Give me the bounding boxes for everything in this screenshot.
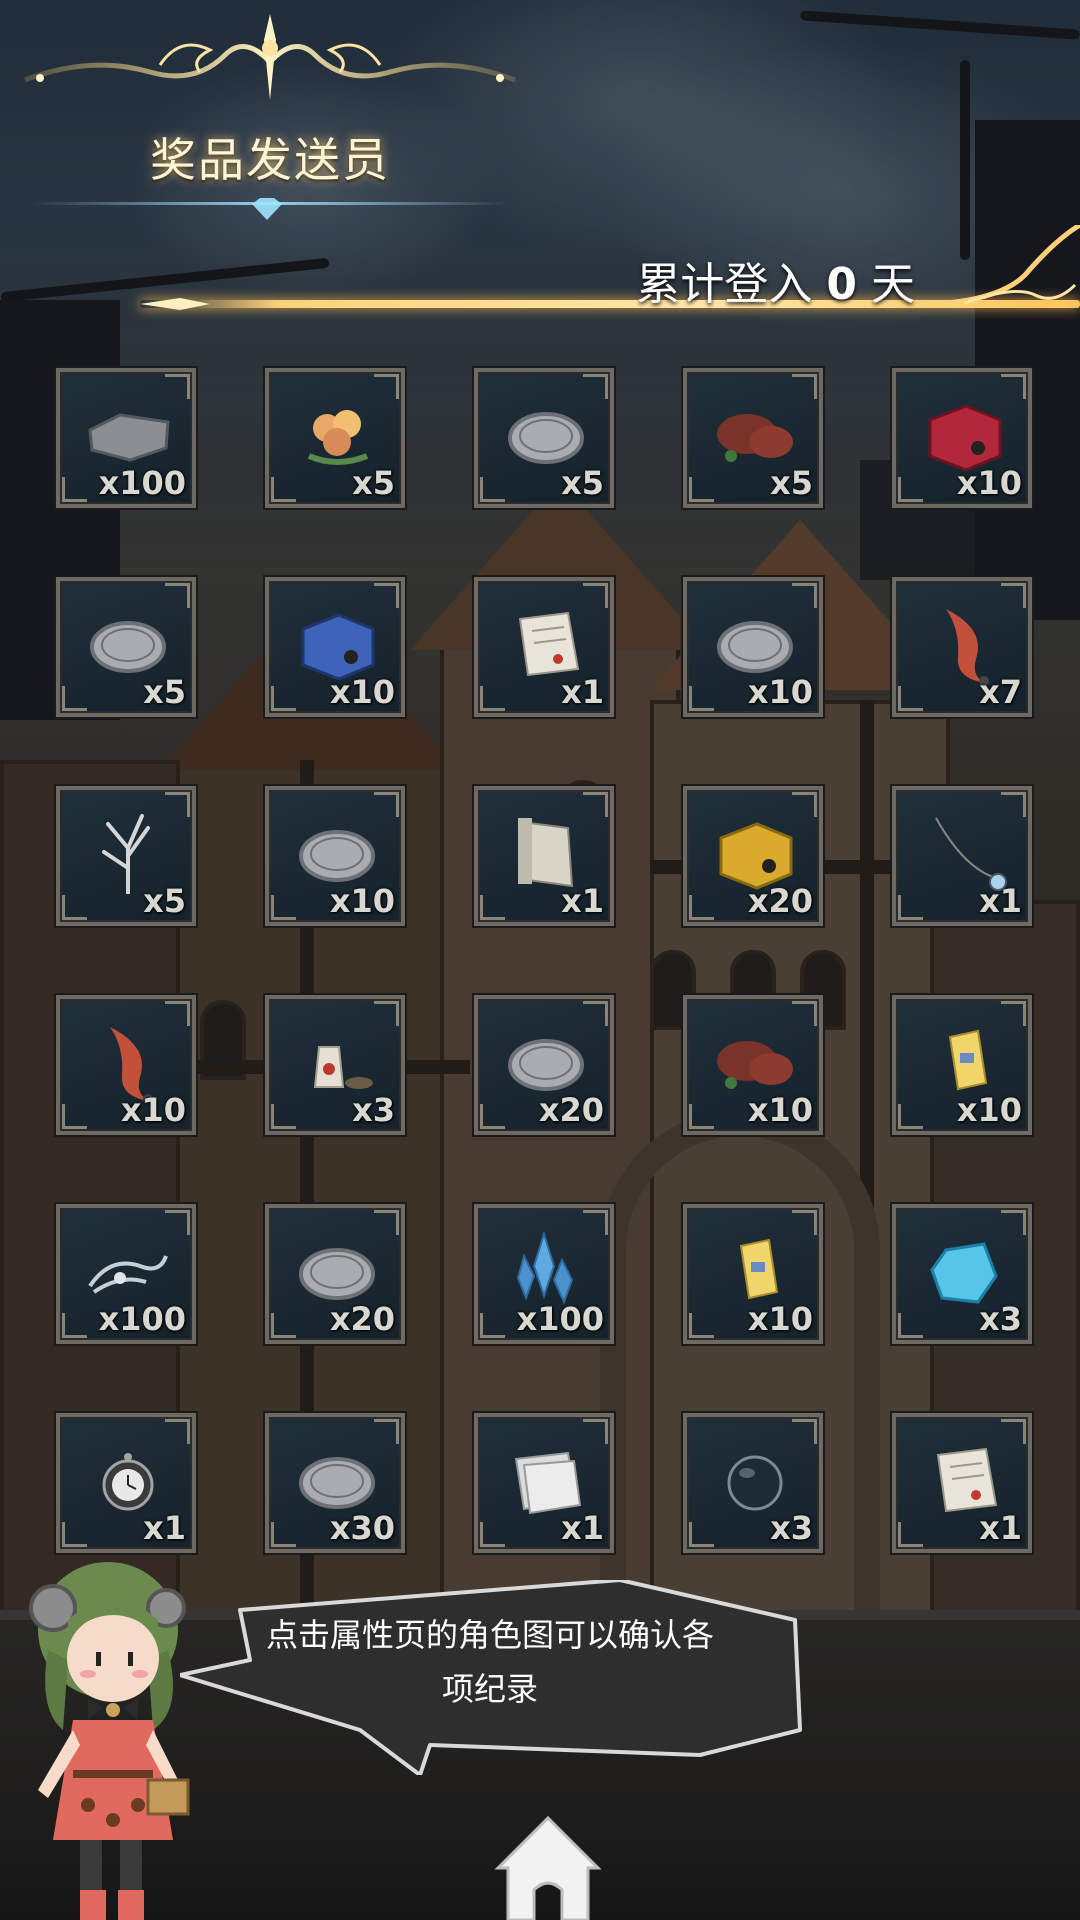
reward-grid: x100 x5 x5 x5 x10 x5 x10 x1 x10 x7 x5 x10 x1 x20 x1 x10… xyxy=(56,368,1032,1553)
reward-slot[interactable]: x100 xyxy=(474,1204,614,1344)
npc-dialog-text: 点击属性页的角色图可以确认各项纪录 xyxy=(265,1616,714,1708)
reward-quantity: x1 xyxy=(561,1509,604,1547)
reward-slot[interactable]: x20 xyxy=(683,786,823,926)
page-title: 奖品发送员 xyxy=(150,133,390,187)
reward-quantity: x10 xyxy=(747,1091,813,1129)
reward-quantity: x7 xyxy=(979,673,1022,711)
reward-quantity: x20 xyxy=(747,882,813,920)
reward-quantity: x10 xyxy=(747,1300,813,1338)
login-days-count: 0 xyxy=(826,259,857,310)
reward-slot[interactable]: x3 xyxy=(892,1204,1032,1344)
reward-quantity: x10 xyxy=(329,882,395,920)
reward-slot[interactable]: x10 xyxy=(892,995,1032,1135)
reward-slot[interactable]: x10 xyxy=(265,786,405,926)
blue-gem-ornament-icon xyxy=(252,198,282,220)
reward-quantity: x3 xyxy=(979,1300,1022,1338)
reward-slot[interactable]: x1 xyxy=(892,1413,1032,1553)
reward-quantity: x5 xyxy=(352,464,395,502)
gold-ornament-icon xyxy=(24,14,516,100)
reward-quantity: x10 xyxy=(956,464,1022,502)
reward-slot[interactable]: x5 xyxy=(56,577,196,717)
arrow-tip-icon xyxy=(140,298,210,310)
gold-curl-ornament-icon xyxy=(905,225,1080,308)
reward-slot[interactable]: x1 xyxy=(56,1413,196,1553)
reward-slot[interactable]: x10 xyxy=(683,995,823,1135)
login-prefix: 累计登入 xyxy=(636,259,813,310)
reward-slot[interactable]: x100 xyxy=(56,1204,196,1344)
reward-quantity: x3 xyxy=(770,1509,813,1547)
reward-quantity: x30 xyxy=(329,1509,395,1547)
npc-girl-avatar xyxy=(29,1562,190,1920)
reward-slot[interactable]: x1 xyxy=(892,786,1032,926)
reward-quantity: x10 xyxy=(956,1091,1022,1129)
reward-quantity: x5 xyxy=(561,464,604,502)
reward-slot[interactable]: x1 xyxy=(474,577,614,717)
reward-slot[interactable]: x20 xyxy=(474,995,614,1135)
reward-quantity: x20 xyxy=(329,1300,395,1338)
title-header: 奖品发送员 xyxy=(0,0,560,230)
reward-slot[interactable]: x7 xyxy=(892,577,1032,717)
reward-slot[interactable]: x1 xyxy=(474,786,614,926)
reward-slot[interactable]: x30 xyxy=(265,1413,405,1553)
reward-slot[interactable]: x10 xyxy=(683,577,823,717)
reward-slot[interactable]: x10 xyxy=(265,577,405,717)
login-suffix: 天 xyxy=(871,259,915,310)
reward-slot[interactable]: x5 xyxy=(474,368,614,508)
reward-slot[interactable]: x10 xyxy=(56,995,196,1135)
reward-quantity: x3 xyxy=(352,1091,395,1129)
reward-slot[interactable]: x10 xyxy=(892,368,1032,508)
reward-quantity: x1 xyxy=(979,1509,1022,1547)
reward-quantity: x100 xyxy=(98,464,186,502)
reward-slot[interactable]: x5 xyxy=(56,786,196,926)
reward-quantity: x5 xyxy=(143,882,186,920)
reward-slot[interactable]: x5 xyxy=(683,368,823,508)
reward-quantity: x1 xyxy=(561,882,604,920)
reward-quantity: x5 xyxy=(770,464,813,502)
reward-quantity: x20 xyxy=(538,1091,604,1129)
reward-slot[interactable]: x1 xyxy=(474,1413,614,1553)
reward-slot[interactable]: x20 xyxy=(265,1204,405,1344)
reward-quantity: x10 xyxy=(747,673,813,711)
reward-quantity: x5 xyxy=(143,673,186,711)
reward-quantity: x10 xyxy=(329,673,395,711)
reward-quantity: x100 xyxy=(98,1300,186,1338)
reward-quantity: x100 xyxy=(516,1300,604,1338)
reward-quantity: x10 xyxy=(120,1091,186,1129)
reward-slot[interactable]: x10 xyxy=(683,1204,823,1344)
reward-quantity: x1 xyxy=(561,673,604,711)
reward-slot[interactable]: x3 xyxy=(265,995,405,1135)
cumulative-login-label: 累计登入 0 天 xyxy=(636,248,915,312)
reward-slot[interactable]: x5 xyxy=(265,368,405,508)
reward-slot[interactable]: x3 xyxy=(683,1413,823,1553)
home-icon[interactable] xyxy=(488,1810,608,1920)
reward-slot[interactable]: x100 xyxy=(56,368,196,508)
reward-quantity: x1 xyxy=(979,882,1022,920)
